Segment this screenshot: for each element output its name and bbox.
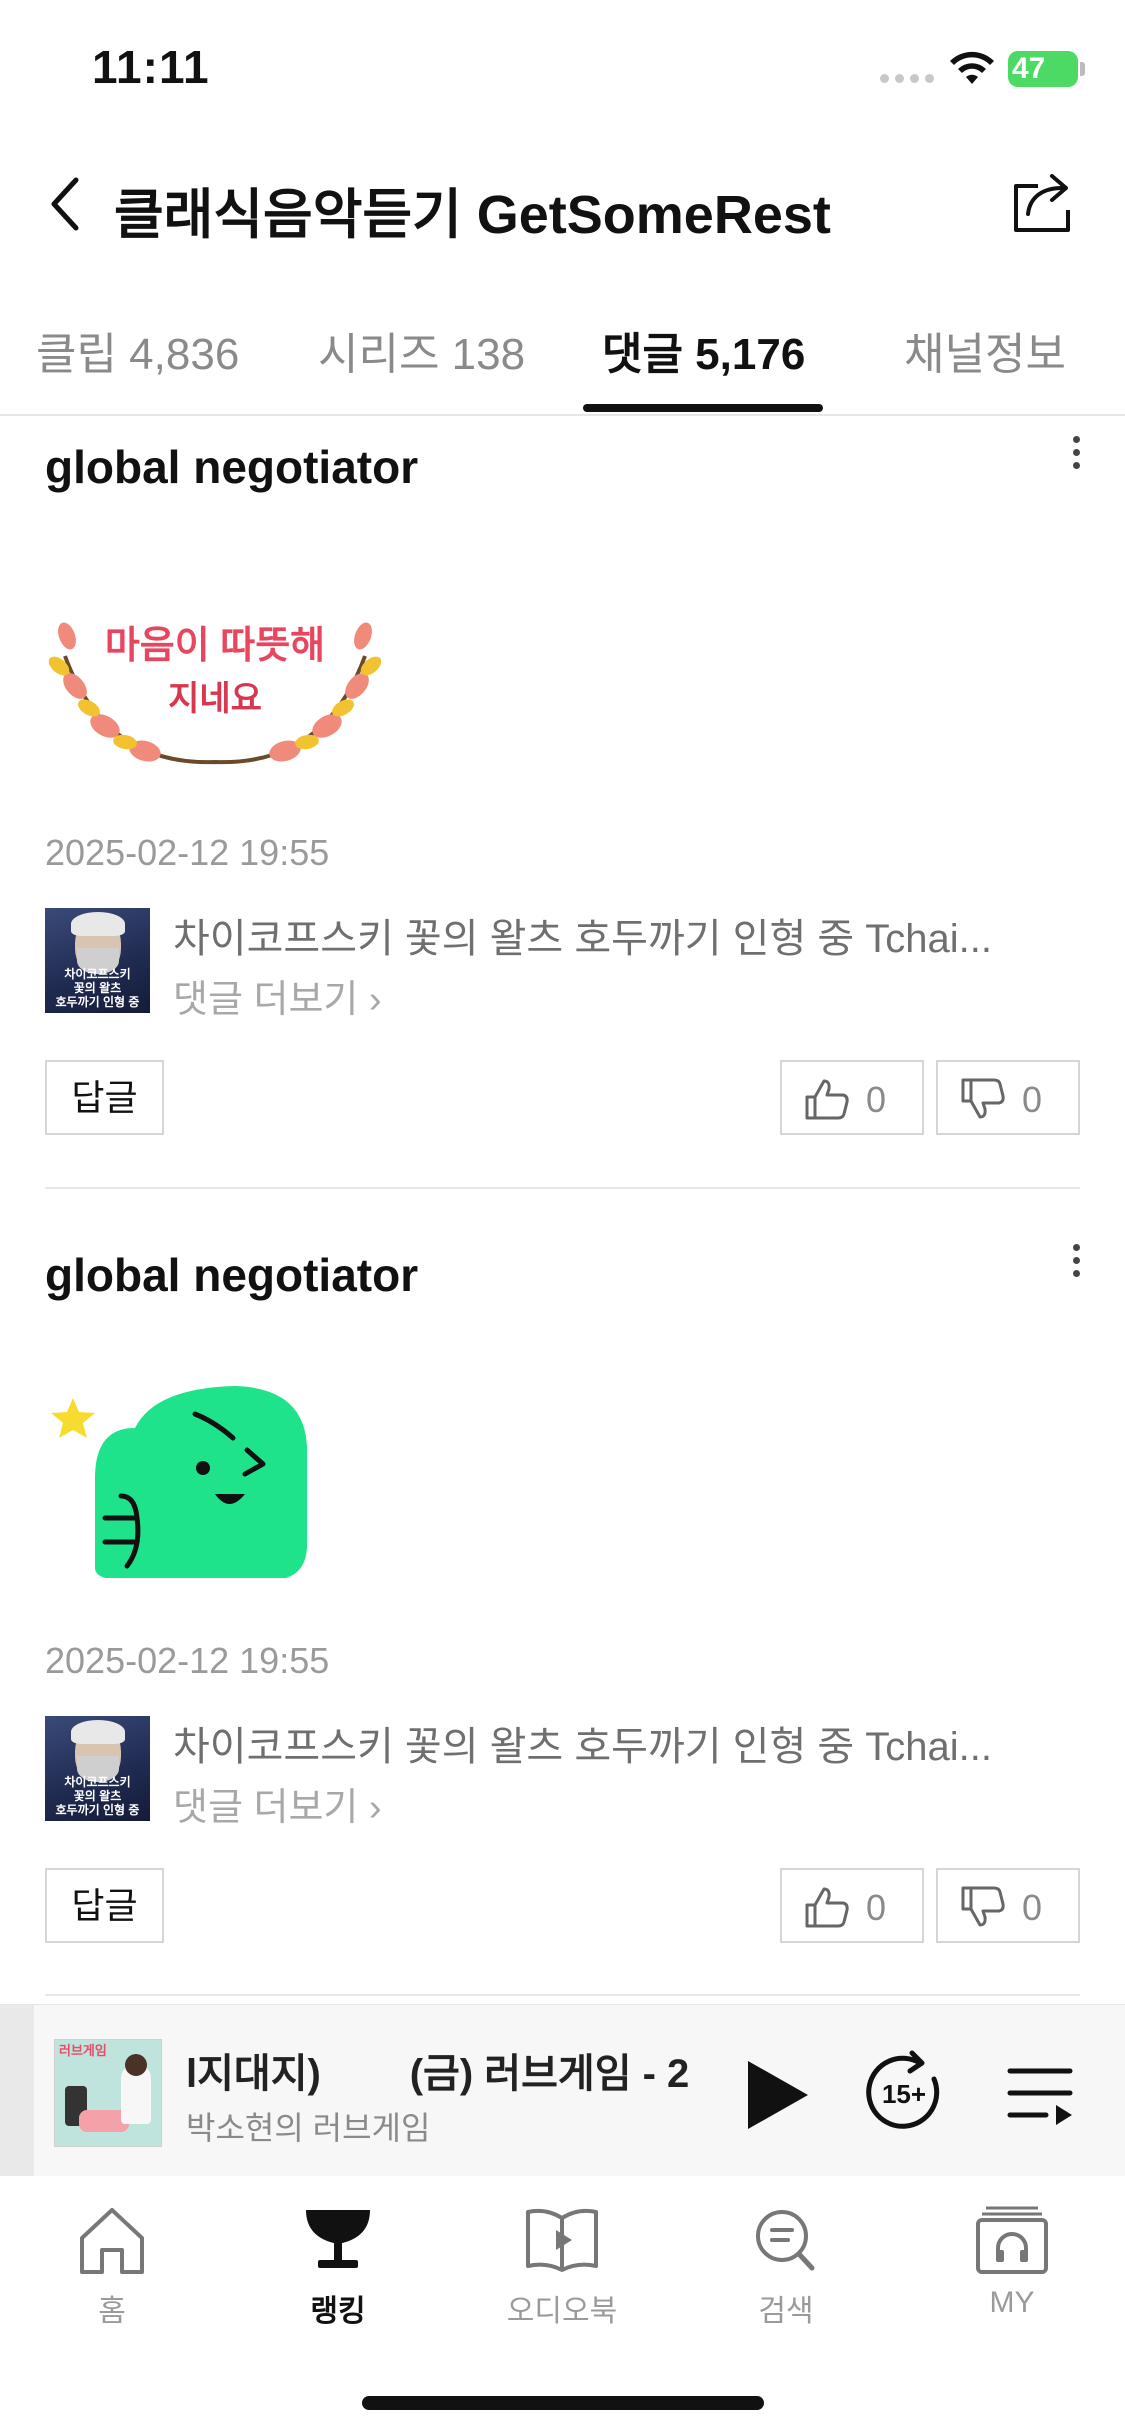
like-button[interactable]: 0 xyxy=(780,1868,924,1943)
thumbs-up-icon xyxy=(805,1079,849,1120)
comment-item: global negotiator 2025-02-12 19:55 차이코프스… xyxy=(0,1238,1125,1998)
cellular-signal-icon xyxy=(880,74,934,83)
like-count: 0 xyxy=(866,1887,887,1928)
dislike-button[interactable]: 0 xyxy=(936,1060,1080,1135)
channel-tabs: 클립 4,836 시리즈 138 댓글 5,176 채널정보 xyxy=(0,300,1125,416)
dislike-count: 0 xyxy=(1022,1887,1043,1928)
nav-my[interactable]: MY xyxy=(932,2204,1092,2320)
series-thumbnail[interactable]: 차이코프스키 꽃의 왈츠 호두까기 인형 중 xyxy=(45,908,150,1013)
channel-header: 클래식음악듣기 GetSomeRest xyxy=(0,150,1125,260)
thumbs-down-icon xyxy=(961,1886,1005,1927)
audiobook-icon xyxy=(526,2208,598,2272)
home-icon xyxy=(80,2208,144,2274)
chevron-right-icon: › xyxy=(368,979,382,1021)
thumb-text-1: 차이코프스키 xyxy=(64,967,131,981)
my-headphones-icon xyxy=(976,2206,1048,2274)
dislike-button[interactable]: 0 xyxy=(936,1868,1080,1943)
thumbs-up-icon xyxy=(805,1887,849,1928)
home-indicator[interactable] xyxy=(362,2396,764,2410)
nav-home-label: 홈 xyxy=(98,2295,126,2328)
nav-audiobook[interactable]: 오디오북 xyxy=(482,2204,642,2330)
battery-cap xyxy=(1080,62,1085,76)
thumb-text-3: 호두까기 인형 중 xyxy=(55,1803,140,1817)
now-playing-title-marquee: l지대지) (금) 러브게임 - 2 xyxy=(186,2041,706,2097)
mini-player[interactable]: 러브게임 l지대지) (금) 러브게임 - 2 박소현의 러브게임 15+ xyxy=(0,2004,1125,2177)
see-more-label: 댓글 더보기 xyxy=(173,979,359,1021)
thumbs-down-icon xyxy=(961,1078,1005,1119)
search-icon xyxy=(756,2210,815,2271)
like-button[interactable]: 0 xyxy=(780,1060,924,1135)
mini-player-edge xyxy=(0,2005,34,2177)
series-title[interactable]: 차이코프스키 꽃의 왈츠 호두까기 인형 중 Tchai... xyxy=(173,1714,1073,1772)
reply-button[interactable]: 답글 xyxy=(45,1060,164,1135)
sticker-text-line-1: 마음이 따뜻해 xyxy=(105,625,325,667)
comment-author: global negotiator xyxy=(45,441,419,493)
comment-item: global negotiator 마음이 따뜻해 지네요 2025-02-12… xyxy=(0,430,1125,1190)
series-title[interactable]: 차이코프스키 꽃의 왈츠 호두까기 인형 중 Tchai... xyxy=(173,906,1073,964)
like-count: 0 xyxy=(866,1079,887,1120)
nav-ranking-label: 랭킹 xyxy=(310,2295,366,2328)
program-logo: 러브게임 xyxy=(59,2043,107,2058)
status-time: 11:11 xyxy=(92,41,210,93)
reply-button[interactable]: 답글 xyxy=(45,1868,164,1943)
nav-audiobook-label: 오디오북 xyxy=(506,2295,618,2328)
more-options-icon[interactable] xyxy=(1066,436,1086,476)
thumb-text-3: 호두까기 인형 중 xyxy=(55,995,140,1009)
battery-icon: 47 xyxy=(1008,51,1078,87)
more-options-icon[interactable] xyxy=(1066,1244,1086,1284)
comment-author: global negotiator xyxy=(45,1249,419,1301)
thumb-text-2: 꽃의 왈츠 xyxy=(73,1789,122,1803)
warm-heart-wreath-sticker: 마음이 따뜻해 지네요 xyxy=(48,622,382,765)
back-chevron-icon[interactable] xyxy=(44,174,88,234)
nav-search-label: 검색 xyxy=(758,2295,814,2328)
dislike-count: 0 xyxy=(1022,1079,1043,1120)
skip-forward-15-icon[interactable]: 15+ xyxy=(864,2049,948,2133)
page-title: 클래식음악듣기 GetSomeRest xyxy=(114,185,831,245)
see-more-comments-link[interactable]: 댓글 더보기 › xyxy=(173,1776,382,1831)
share-icon[interactable] xyxy=(1008,166,1080,238)
nav-my-label: MY xyxy=(989,2286,1035,2319)
green-thumbs-up-character-sticker xyxy=(51,1386,307,1578)
comment-date: 2025-02-12 19:55 xyxy=(45,1640,330,1681)
thumb-text-2: 꽃의 왈츠 xyxy=(73,981,122,995)
chevron-right-icon: › xyxy=(368,1787,382,1829)
comment-date: 2025-02-12 19:55 xyxy=(45,832,330,873)
nav-ranking[interactable]: 랭킹 xyxy=(258,2204,418,2330)
status-bar: 11:11 47 xyxy=(0,0,1125,140)
wifi-icon xyxy=(950,51,994,84)
tab-comments[interactable]: 댓글 5,176 xyxy=(602,318,805,382)
trophy-icon xyxy=(306,2210,370,2268)
now-playing-thumbnail[interactable]: 러브게임 xyxy=(54,2039,162,2147)
see-more-label: 댓글 더보기 xyxy=(173,1787,359,1829)
comment-divider xyxy=(45,1994,1080,1996)
tab-channel-info[interactable]: 채널정보 xyxy=(904,318,1066,382)
active-tab-indicator xyxy=(583,404,823,412)
thumb-text-1: 차이코프스키 xyxy=(64,1775,131,1789)
nav-home[interactable]: 홈 xyxy=(32,2204,192,2330)
tab-clips[interactable]: 클립 4,836 xyxy=(36,318,239,382)
sticker-text-line-2: 지네요 xyxy=(168,680,262,718)
nav-search[interactable]: 검색 xyxy=(706,2204,866,2330)
tab-series[interactable]: 시리즈 138 xyxy=(318,318,525,382)
now-playing-program: 박소현의 러브게임 xyxy=(186,2110,431,2146)
playlist-icon[interactable] xyxy=(1006,2063,1074,2125)
comment-divider xyxy=(45,1187,1080,1189)
see-more-comments-link[interactable]: 댓글 더보기 › xyxy=(173,968,382,1023)
now-playing-title: l지대지) (금) 러브게임 - 2 xyxy=(186,2052,690,2096)
skip-label: 15+ xyxy=(882,2079,926,2109)
play-icon[interactable] xyxy=(742,2057,812,2133)
series-thumbnail[interactable]: 차이코프스키 꽃의 왈츠 호두까기 인형 중 xyxy=(45,1716,150,1821)
battery-level: 47 xyxy=(1012,52,1046,85)
